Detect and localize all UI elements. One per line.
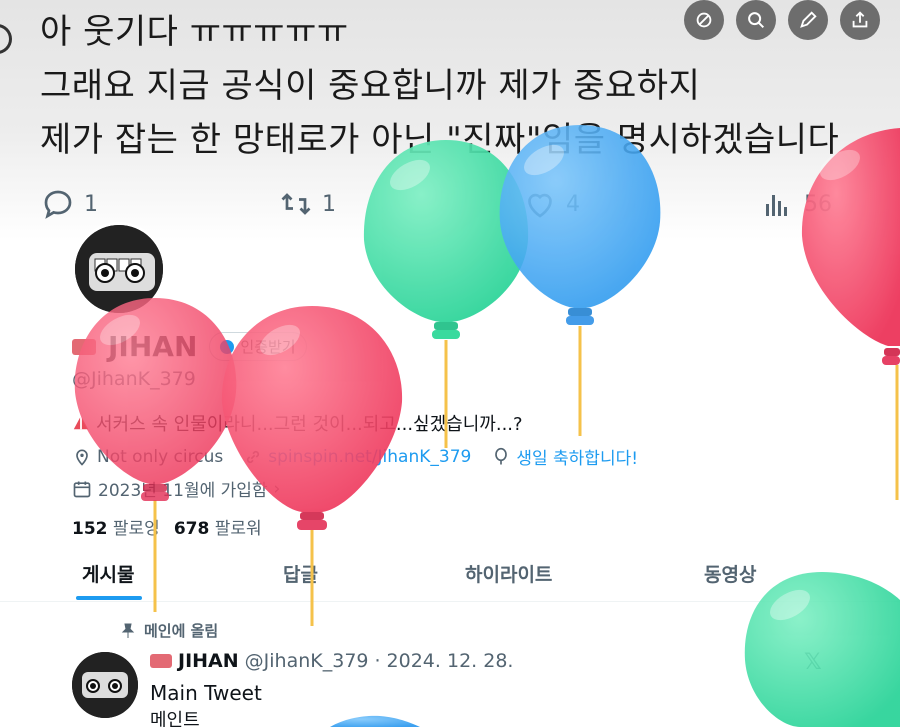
- tweet-text-line-2: 그래요 지금 공식이 중요합니까 제가 중요하지: [40, 66, 701, 106]
- tab-highlights[interactable]: 하이라이트: [465, 560, 552, 587]
- post-text-line-2: 메인트: [150, 710, 200, 727]
- profile-tabs: 게시물 답글 하이라이트 동영상: [0, 548, 900, 602]
- profile-handle: @JihanK_379: [72, 368, 196, 390]
- pin-icon: [121, 623, 135, 638]
- get-verified-button[interactable]: 인증받기: [209, 332, 307, 361]
- location-pin-icon: [76, 449, 88, 466]
- share-button[interactable]: [840, 0, 880, 40]
- repost-icon: [281, 193, 311, 215]
- reply-button[interactable]: 1: [40, 186, 98, 222]
- pencil-icon: [800, 11, 817, 28]
- circus-tent-icon: [73, 415, 89, 430]
- followers-count: 678: [173, 519, 210, 539]
- tab-videos[interactable]: 동영상: [704, 560, 756, 587]
- repost-button[interactable]: 1: [278, 186, 336, 222]
- heart-icon: [528, 193, 552, 218]
- joined-text: 2023년 11월에 가입함: [98, 481, 268, 501]
- follow-stats: 152 팔로잉 678 팔로워: [72, 514, 262, 539]
- website-link[interactable]: spinspin.net/JihanK_379: [268, 447, 471, 467]
- engagement-bar: 1 1 4 56: [40, 186, 860, 226]
- post-avatar[interactable]: [72, 652, 138, 718]
- post-header: JIHAN @JihanK_379 · 2024. 12. 28.: [150, 650, 513, 672]
- pinned-indicator: 메인에 올림: [120, 620, 218, 641]
- joined-row: 2023년 11월에 가입함 ›: [72, 476, 280, 501]
- tweet-text-line-3: 제가 잡는 한 망태로가 아닌 "진짜"임을 명시하겠습니다: [40, 120, 840, 160]
- get-verified-label: 인증받기: [240, 338, 296, 356]
- birthday-text: 생일 축하합니다!: [516, 449, 639, 469]
- location-text: Not only circus: [97, 446, 224, 467]
- post-date[interactable]: 2024. 12. 28.: [387, 650, 514, 672]
- tab-posts[interactable]: 게시물: [82, 560, 134, 587]
- reply-icon: [44, 190, 72, 219]
- location: Not only circus: [72, 444, 223, 469]
- verified-badge-icon: [220, 339, 235, 354]
- birthday: 생일 축하합니다!: [491, 444, 638, 469]
- views-button[interactable]: 56: [760, 186, 832, 222]
- post-author-name[interactable]: JIHAN: [178, 650, 239, 672]
- following-label: 팔로잉: [112, 519, 160, 539]
- followers-label: 팔로워: [214, 519, 262, 539]
- post-author-handle[interactable]: @JihanK_379: [245, 650, 369, 672]
- tweet-text-line-1: 아 웃기다 ㅠㅠㅠㅠㅠ: [40, 12, 349, 52]
- analytics-icon: [766, 195, 787, 216]
- profile-name-row: JIHAN 인증받기: [72, 330, 307, 363]
- chevron-right-icon[interactable]: ›: [274, 479, 281, 499]
- edit-button[interactable]: [788, 0, 828, 40]
- profile-bio: 서커스 속 인물이라니...그런 것이...되고...싶겠습니까...?: [72, 410, 523, 436]
- post-text-line-1: Main Tweet: [150, 681, 262, 705]
- share-icon: [852, 11, 868, 28]
- top-action-bar: [684, 0, 880, 40]
- avatar-image: [72, 652, 138, 718]
- bio-text: 서커스 속 인물이라니...그런 것이...되고...싶겠습니까...?: [96, 414, 523, 435]
- reply-count: 1: [84, 191, 98, 217]
- views-count: 56: [804, 191, 832, 217]
- active-tab-indicator: [76, 596, 142, 600]
- profile-name: JIHAN: [108, 330, 198, 363]
- website[interactable]: spinspin.net/JihanK_379: [243, 444, 471, 469]
- ticket-icon: [72, 338, 96, 355]
- link-off-icon: [696, 12, 712, 28]
- avatar-image: [75, 225, 163, 313]
- x-logo-icon: 𝕏: [804, 650, 822, 675]
- search-button[interactable]: [736, 0, 776, 40]
- repost-count: 1: [322, 191, 336, 217]
- ticket-icon: [150, 654, 172, 668]
- like-count: 4: [566, 191, 580, 217]
- following-count: 152: [72, 519, 108, 539]
- profile-meta: Not only circus spinspin.net/JihanK_379 …: [72, 444, 638, 469]
- like-button[interactable]: 4: [522, 186, 580, 222]
- following-link[interactable]: 152 팔로잉: [72, 514, 160, 539]
- tab-replies[interactable]: 답글: [283, 560, 318, 587]
- search-icon: [748, 12, 765, 29]
- partial-icon: [0, 24, 12, 54]
- balloon-blue-bottom: [330, 715, 420, 727]
- balloon-red-left: [74, 298, 237, 501]
- pinned-label: 메인에 올림: [144, 622, 219, 640]
- link-icon: [247, 450, 260, 463]
- unlink-button[interactable]: [684, 0, 724, 40]
- followers-link[interactable]: 678 팔로워: [174, 514, 262, 539]
- calendar-icon: [73, 481, 91, 497]
- profile-avatar[interactable]: [72, 222, 166, 316]
- balloon-icon: [495, 447, 508, 464]
- separator-dot: ·: [374, 650, 381, 672]
